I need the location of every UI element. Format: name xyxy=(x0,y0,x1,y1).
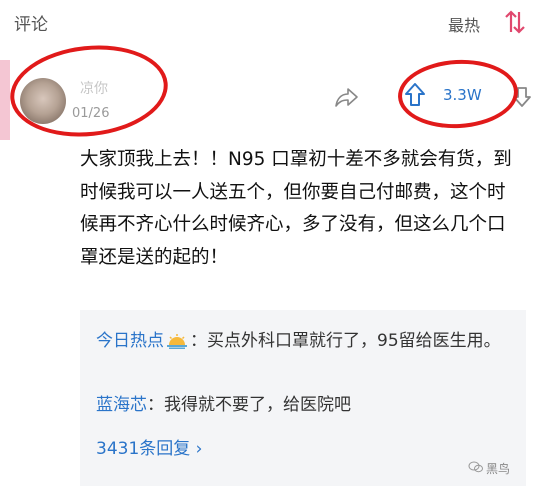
comment-text: 大家顶我上去！！N95 口罩初十差不多就会有货，到时候我可以一人送五个，但你要自… xyxy=(80,149,512,268)
sort-icon[interactable] xyxy=(504,8,526,36)
reply-author[interactable]: 今日热点 xyxy=(96,331,164,351)
wechat-icon xyxy=(468,461,483,473)
reply-text: ：买点外科口罩就行了，95留给医生用。 xyxy=(190,331,501,351)
share-icon[interactable] xyxy=(334,86,360,108)
annotation-circle-votes xyxy=(396,56,520,132)
sort-hot-button[interactable]: 最热 xyxy=(448,12,480,36)
reply-item[interactable]: 蓝海芯：我得就不要了，给医院吧 xyxy=(96,390,506,420)
page-title: 评论 xyxy=(14,15,48,35)
sun-emoji-icon xyxy=(167,334,187,349)
reply-author[interactable]: 蓝海芯 xyxy=(96,395,147,415)
reply-item[interactable]: 今日热点 ：买点外科口罩就行了，95留给医生用。 xyxy=(96,326,506,356)
more-replies-link[interactable]: 3431条回复 › xyxy=(96,434,202,459)
watermark: 黑鸟 xyxy=(486,462,511,476)
reply-box[interactable]: 今日热点 ：买点外科口罩就行了，95留给医生用。 蓝海芯：我得就不要了，给医院吧 … xyxy=(80,310,526,486)
reply-text: ：我得就不要了，给医院吧 xyxy=(147,395,351,415)
side-accent xyxy=(0,60,10,140)
annotation-circle-user xyxy=(5,37,173,145)
